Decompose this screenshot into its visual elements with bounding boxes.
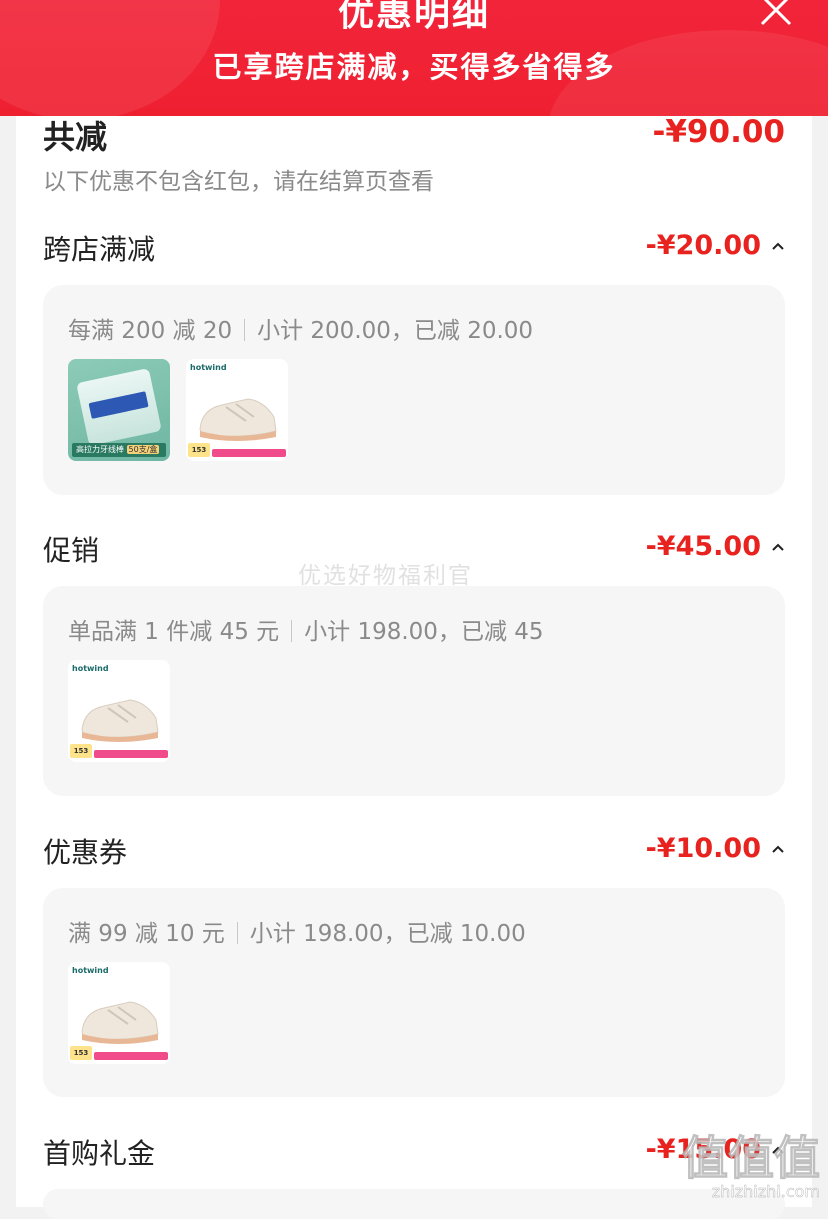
discount-card-promotion: 单品满 1 件减 45 元小计 198.00，已减 45 hotwind 153 — [43, 586, 785, 796]
chevron-up-icon — [772, 242, 784, 250]
product-thumb-shoe[interactable]: hotwind 153 — [68, 962, 170, 1064]
rule-text: 每满 200 减 20 — [68, 318, 233, 344]
close-button[interactable] — [754, 0, 798, 32]
product-thumb-floss[interactable]: 高拉力牙线棒 50支/盒 — [68, 359, 170, 461]
price-tag: 153 — [70, 1046, 92, 1060]
detail-text: 小计 200.00，已减 20.00 — [257, 318, 534, 344]
floss-pack-image — [76, 368, 162, 446]
promo-strip — [94, 1052, 168, 1060]
section-toggle-coupon[interactable]: -¥10.00 — [646, 833, 785, 864]
close-icon — [760, 0, 792, 26]
section-title-first-purchase: 首购礼金 — [43, 1137, 156, 1170]
card-description: 满 99 减 10 元小计 198.00，已减 10.00 — [68, 914, 526, 948]
product-thumb-shoe[interactable]: hotwind 153 — [68, 660, 170, 762]
price-tag: 153 — [70, 744, 92, 758]
divider — [236, 922, 238, 944]
header-banner: 优惠明细 已享跨店满减，买得多省得多 — [0, 0, 828, 116]
section-amount: -¥10.00 — [645, 833, 761, 864]
detail-text: 小计 198.00，已减 10.00 — [249, 921, 526, 947]
section-toggle-cross-store[interactable]: -¥20.00 — [646, 230, 785, 261]
rule-text: 满 99 减 10 元 — [68, 921, 225, 947]
section-amount: -¥45.00 — [645, 531, 761, 562]
discount-card-first-purchase — [43, 1189, 785, 1219]
center-watermark: 优选好物福利官 — [298, 563, 473, 589]
chevron-up-icon — [772, 543, 784, 551]
product-thumb-shoe[interactable]: hotwind 153 — [186, 359, 288, 461]
total-label: 共减 — [43, 118, 108, 156]
divider — [244, 319, 246, 341]
section-title-coupon: 优惠券 — [43, 836, 128, 869]
page-title: 优惠明细 — [337, 0, 490, 34]
divider — [291, 620, 293, 642]
discount-card-cross-store: 每满 200 减 20 小计 200.00，已减 20.00 高拉力牙线棒 50支… — [43, 285, 785, 495]
page-subtitle: 已享跨店满减，买得多省得多 — [212, 50, 616, 84]
chevron-up-icon — [772, 845, 784, 853]
product-label: 高拉力牙线棒 50支/盒 — [72, 443, 166, 457]
section-title-cross-store: 跨店满减 — [43, 233, 156, 266]
site-watermark-logo: 值值值 — [682, 1131, 821, 1185]
promo-strip — [94, 750, 168, 758]
site-watermark: 值值值 zhizhizhi.com — [682, 1131, 821, 1202]
card-description: 单品满 1 件减 45 元小计 198.00，已减 45 — [68, 612, 544, 646]
total-row: 共减 -¥90.00 — [43, 114, 786, 156]
detail-text: 小计 198.00，已减 45 — [304, 619, 544, 645]
price-tag: 153 — [188, 443, 210, 457]
discount-card-coupon: 满 99 减 10 元小计 198.00，已减 10.00 hotwind 15… — [43, 888, 785, 1097]
total-note: 以下优惠不包含红包，请在结算页查看 — [43, 169, 434, 195]
section-toggle-promotion[interactable]: -¥45.00 — [646, 531, 785, 562]
section-amount: -¥20.00 — [645, 230, 761, 261]
total-amount: -¥90.00 — [652, 114, 786, 150]
card-description: 每满 200 减 20 小计 200.00，已减 20.00 — [68, 311, 533, 345]
promo-strip — [212, 449, 286, 457]
discount-sheet: 共减 -¥90.00 以下优惠不包含红包，请在结算页查看 跨店满减 -¥20.0… — [16, 114, 812, 1219]
rule-text: 单品满 1 件减 45 元 — [68, 619, 280, 645]
section-title-promotion: 促销 — [43, 534, 100, 567]
